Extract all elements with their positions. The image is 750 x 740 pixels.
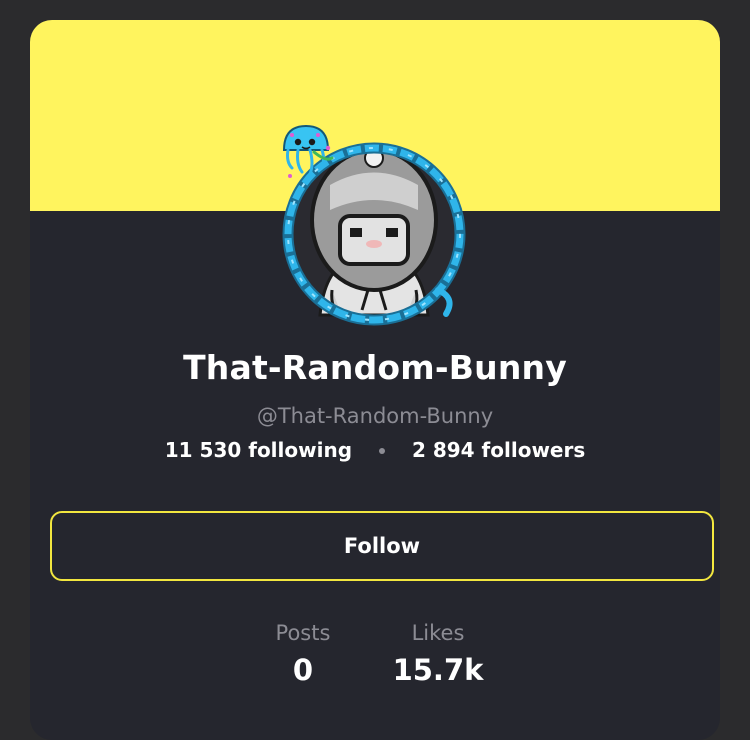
posts-stat: Posts 0 bbox=[260, 621, 346, 687]
likes-value: 15.7k bbox=[392, 653, 484, 687]
avatar[interactable] bbox=[270, 120, 480, 330]
following-count[interactable]: 11 530 following bbox=[165, 438, 352, 462]
follow-button[interactable]: Follow bbox=[50, 511, 714, 581]
username-handle: @That-Random-Bunny bbox=[256, 404, 494, 428]
posts-label: Posts bbox=[275, 621, 331, 645]
posts-value: 0 bbox=[292, 653, 314, 687]
profile-card: That-Random-Bunny @That-Random-Bunny 11 … bbox=[30, 20, 720, 740]
separator-dot bbox=[379, 447, 385, 454]
followers-count[interactable]: 2 894 followers bbox=[412, 438, 585, 462]
follow-stats: 11 530 following 2 894 followers bbox=[30, 438, 720, 462]
likes-stat: Likes 15.7k bbox=[388, 621, 488, 687]
display-name: That-Random-Bunny bbox=[183, 348, 567, 387]
hooded-bunny-avatar-icon bbox=[282, 124, 466, 326]
likes-label: Likes bbox=[411, 621, 465, 645]
